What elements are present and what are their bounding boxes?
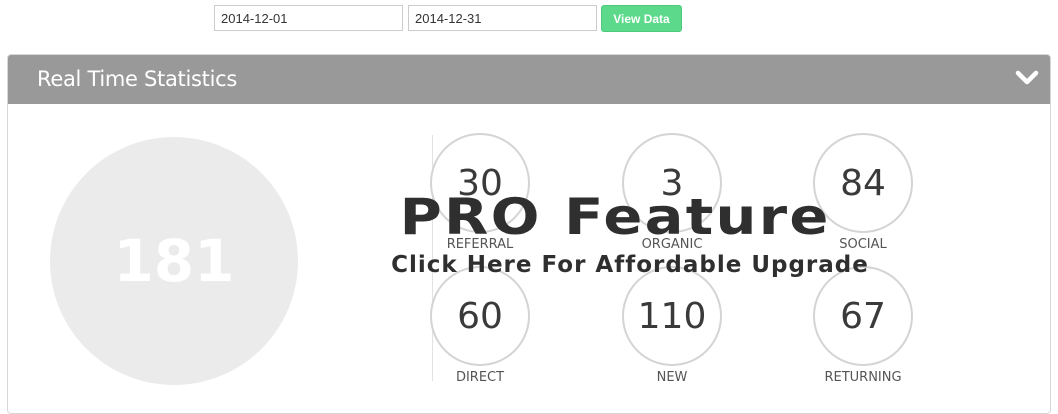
stat-label: RETURNING — [824, 370, 902, 385]
view-data-button[interactable]: View Data — [601, 5, 682, 32]
stat-value: 60 — [457, 295, 503, 337]
stat-label: ORGANIC — [641, 237, 703, 252]
stat-circle: 30 — [430, 133, 530, 233]
stat-circle: 67 — [813, 266, 913, 366]
panel-title: Real Time Statistics — [37, 67, 238, 91]
panel-header: Real Time Statistics — [8, 55, 1050, 104]
stat-circle: 84 — [813, 133, 913, 233]
upgrade-link[interactable]: Click Here For Affordable Upgrade — [306, 252, 954, 278]
total-visits-value: 181 — [113, 227, 235, 295]
stat-label: REFERRAL — [446, 237, 514, 252]
stat-new: 110 NEW — [597, 266, 747, 385]
start-date-input[interactable] — [214, 5, 403, 31]
stat-returning: 67 RETURNING — [788, 266, 938, 385]
stat-value: 3 — [660, 162, 684, 204]
date-filter-bar: View Data — [0, 5, 1058, 33]
stat-label: SOCIAL — [839, 237, 887, 252]
stat-label: DIRECT — [455, 370, 505, 385]
stat-organic: 3 ORGANIC — [597, 133, 747, 252]
total-visits-circle: 181 — [50, 137, 298, 385]
stat-value: 84 — [840, 162, 886, 204]
stat-circle: 110 — [622, 266, 722, 366]
stat-social: 84 SOCIAL — [788, 133, 938, 252]
stat-value: 67 — [840, 295, 886, 337]
stat-referral: 30 REFERRAL — [405, 133, 555, 252]
stat-circle: 60 — [430, 266, 530, 366]
stat-direct: 60 DIRECT — [405, 266, 555, 385]
chevron-down-icon[interactable] — [1015, 68, 1039, 88]
real-time-statistics-panel: Real Time Statistics 181 30 REFERRAL 3 O… — [7, 54, 1051, 414]
stat-circle: 3 — [622, 133, 722, 233]
stat-value: 30 — [457, 162, 503, 204]
end-date-input[interactable] — [408, 5, 597, 31]
stat-label: NEW — [656, 370, 688, 385]
stat-value: 110 — [637, 295, 707, 337]
